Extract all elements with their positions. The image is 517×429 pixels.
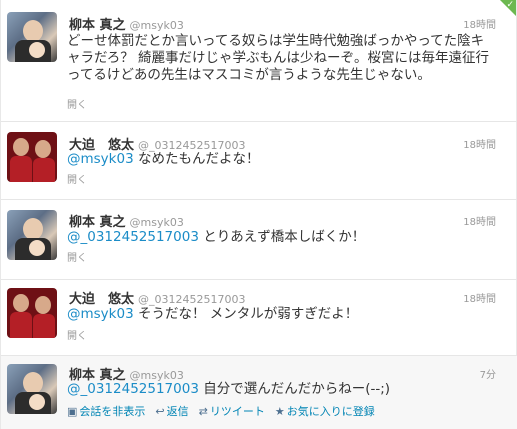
tweet-timestamp[interactable]: 7分	[480, 366, 496, 381]
expand-link[interactable]: 開く	[67, 327, 87, 342]
expand-link[interactable]: 開く	[67, 171, 87, 186]
tweet-actions: ▣ 会話を非表示 ↩ 返信 ⇄ リツイート ★ お気に入りに登録	[67, 403, 385, 419]
tweet-body: とりあえず橋本しばくか！	[198, 229, 366, 245]
mention-link[interactable]: @_0312452517003	[67, 229, 199, 245]
tweet-header: 大迫 悠太 @_0312452517003	[69, 288, 246, 307]
tweet-item[interactable]: 大迫 悠太 @_0312452517003 18時間 @msyk03 なめたもんだ…	[1, 122, 517, 200]
user-name[interactable]: 柳本 真之	[69, 18, 126, 33]
tweet-body: 自分で選んだんだからねー(--;)	[198, 381, 391, 397]
reply-icon: ↩	[155, 404, 165, 418]
user-handle[interactable]: @msyk03	[130, 216, 184, 229]
chat-icon: ▣	[67, 404, 78, 418]
tweet-item-focused[interactable]: 柳本 真之 @msyk03 7分 @_0312452517003 自分で選んだんだ…	[1, 356, 517, 429]
favorite-label: お気に入りに登録	[286, 405, 375, 418]
retweet-icon: ⇄	[198, 404, 208, 418]
hide-label: 会話を非表示	[79, 405, 146, 418]
tweet-feed: ✓ 柳本 真之 @msyk03 18時間 どーせ体罰だとか言いってる奴らは学生時代…	[0, 0, 517, 429]
tweet-body: そうだな！ メンタルが弱すぎだよ！	[133, 306, 359, 322]
user-name[interactable]: 大迫 悠太	[69, 292, 134, 307]
tweet-item[interactable]: 柳本 真之 @msyk03 18時間 どーせ体罰だとか言いってる奴らは学生時代勉強…	[1, 0, 517, 122]
tweet-text: @_0312452517003 とりあえず橋本しばくか！	[67, 229, 497, 246]
avatar[interactable]	[7, 364, 57, 414]
avatar[interactable]	[7, 12, 57, 62]
retweet-button[interactable]: ⇄ リツイート	[199, 403, 265, 419]
tweet-item[interactable]: 柳本 真之 @msyk03 18時間 @_0312452517003 とりあえず橋…	[1, 200, 517, 280]
tweet-timestamp[interactable]: 18時間	[463, 16, 496, 31]
tweet-text: @_0312452517003 自分で選んだんだからねー(--;)	[67, 381, 497, 398]
reply-label: 返信	[166, 405, 189, 418]
avatar[interactable]	[7, 210, 57, 260]
tweet-timestamp[interactable]: 18時間	[463, 290, 496, 305]
hide-conversation-button[interactable]: ▣ 会話を非表示	[67, 403, 145, 419]
tweet-text: @msyk03 なめたもんだよな！	[67, 151, 497, 168]
expand-link[interactable]: 開く	[67, 249, 87, 264]
retweet-label: リツイート	[209, 405, 265, 418]
star-icon: ★	[274, 404, 285, 418]
tweet-text: どーせ体罰だとか言いってる奴らは学生時代勉強ばっかやってた陰キャラだろ？ 綺麗事…	[67, 33, 489, 83]
user-handle[interactable]: @_0312452517003	[138, 293, 245, 306]
reply-button[interactable]: ↩ 返信	[155, 403, 188, 419]
expand-link[interactable]: 開く	[67, 96, 87, 111]
tweet-header: 柳本 真之 @msyk03	[69, 14, 184, 33]
mention-link[interactable]: @msyk03	[67, 306, 134, 322]
user-handle[interactable]: @msyk03	[130, 19, 184, 32]
tweet-item[interactable]: 大迫 悠太 @_0312452517003 18時間 @msyk03 そうだな！ …	[1, 280, 517, 356]
mention-link[interactable]: @_0312452517003	[67, 381, 199, 397]
avatar[interactable]	[7, 288, 57, 338]
tweet-header: 柳本 真之 @msyk03	[69, 211, 184, 230]
user-name[interactable]: 柳本 真之	[69, 215, 126, 230]
avatar[interactable]	[7, 132, 57, 182]
tweet-timestamp[interactable]: 18時間	[463, 213, 496, 228]
tweet-body: なめたもんだよな！	[133, 151, 260, 167]
tweet-timestamp[interactable]: 18時間	[463, 136, 496, 151]
mention-link[interactable]: @msyk03	[67, 151, 134, 167]
favorite-button[interactable]: ★ お気に入りに登録	[275, 403, 375, 419]
tweet-text: @msyk03 そうだな！ メンタルが弱すぎだよ！	[67, 306, 497, 323]
